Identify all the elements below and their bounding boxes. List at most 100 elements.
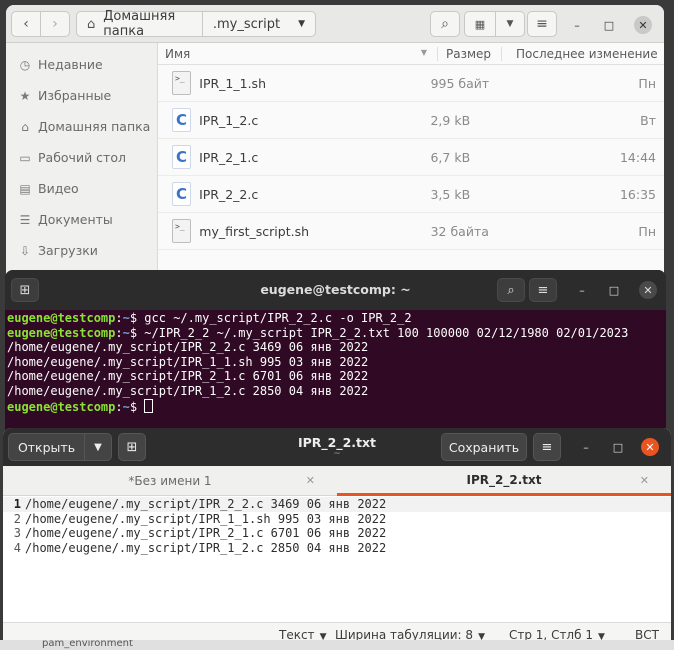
sidebar-item-home[interactable]: ⌂ Домашняя папка bbox=[6, 111, 157, 142]
terminal-line: /home/eugene/.my_script/IPR_2_1.c 6701 0… bbox=[7, 369, 369, 384]
view-mode-button[interactable]: ▦ bbox=[464, 11, 496, 37]
file-size: 32 байта bbox=[430, 223, 489, 239]
close-icon: ✕ bbox=[643, 283, 653, 297]
editor-text-area[interactable]: 1/home/eugene/.my_script/IPR_2_2.c 3469 … bbox=[3, 497, 671, 555]
minimize-button[interactable]: – bbox=[577, 438, 595, 456]
maximize-icon: □ bbox=[608, 283, 620, 297]
prompt-user: eugene@testcomp bbox=[7, 399, 116, 414]
minimize-button[interactable]: – bbox=[573, 281, 591, 299]
line-number: 1 bbox=[13, 497, 21, 511]
file-row[interactable]: C IPR_1_2.c 2,9 kB Вт bbox=[158, 102, 664, 139]
sidebar-item-starred[interactable]: ★ Избранные bbox=[6, 80, 157, 111]
path-bar: ⌂ Домашняя папка .my_script ▼ bbox=[76, 9, 316, 39]
sidebar-item-desktop[interactable]: ▭ Рабочий стол bbox=[6, 142, 157, 173]
sidebar-item-label: Видео bbox=[38, 181, 79, 196]
save-button[interactable]: Сохранить bbox=[441, 433, 527, 461]
chevron-down-icon: ▼ bbox=[506, 19, 514, 29]
path-segment-label: Домашняя папка bbox=[103, 9, 176, 39]
column-header-modified[interactable]: Последнее изменение bbox=[502, 47, 662, 61]
hamburger-icon: ≡ bbox=[536, 16, 548, 32]
sidebar-item-videos[interactable]: ▤ Видео bbox=[6, 173, 157, 204]
c-source-file-icon: C bbox=[172, 145, 192, 169]
download-icon: ⇩ bbox=[19, 243, 31, 258]
minimize-icon: – bbox=[574, 18, 580, 32]
search-button[interactable]: ⌕ bbox=[430, 11, 460, 37]
file-size: 995 байт bbox=[430, 75, 490, 91]
clock-icon: ◷ bbox=[19, 57, 31, 72]
sidebar-item-label: Избранные bbox=[38, 88, 112, 103]
script-file-icon: >_ bbox=[172, 219, 192, 243]
column-header-size[interactable]: Размер bbox=[438, 46, 502, 61]
desktop-icon: ▭ bbox=[19, 150, 31, 165]
search-icon: ⌕ bbox=[507, 282, 515, 298]
prompt-user: eugene@testcomp bbox=[7, 325, 116, 340]
close-icon: ✕ bbox=[645, 440, 655, 454]
c-source-file-icon: C bbox=[172, 182, 192, 206]
file-name: IPR_2_2.c bbox=[199, 186, 259, 202]
terminal-line: /home/eugene/.my_script/IPR_1_1.sh 995 0… bbox=[7, 354, 369, 369]
forward-button[interactable]: › bbox=[40, 11, 70, 37]
file-row[interactable]: >_ my_first_script.sh 32 байта Пн bbox=[158, 213, 664, 250]
view-options-button[interactable]: ▼ bbox=[495, 11, 525, 37]
close-button[interactable]: ✕ bbox=[639, 281, 657, 299]
prompt-path: ~ bbox=[122, 325, 130, 340]
background-window-peek: pam_environment bbox=[0, 640, 674, 650]
file-modified: 14:44 bbox=[619, 149, 657, 165]
text-editor-window: Открыть ▼ ⊞ IPR_2_2.txt ~ Сохранить ≡ – … bbox=[3, 428, 671, 648]
line-text: /home/eugene/.my_script/IPR_2_2.c 3469 0… bbox=[25, 497, 387, 511]
menu-button[interactable]: ≡ bbox=[533, 433, 561, 461]
home-icon: ⌂ bbox=[21, 119, 29, 134]
file-row[interactable]: >_ IPR_1_1.sh 995 байт Пн bbox=[158, 65, 664, 102]
column-header-name[interactable]: Имя ▼ bbox=[158, 46, 438, 61]
terminal-cursor bbox=[144, 398, 154, 413]
sidebar-item-label: Недавние bbox=[38, 57, 103, 72]
tab-ipr-2-2-txt[interactable]: IPR_2_2.txt ✕ bbox=[337, 466, 671, 496]
close-button[interactable]: ✕ bbox=[634, 16, 652, 34]
maximize-icon: □ bbox=[612, 440, 624, 454]
search-icon: ⌕ bbox=[441, 16, 449, 32]
tab-untitled[interactable]: *Без имени 1 ✕ bbox=[3, 466, 337, 496]
menu-button[interactable]: ≡ bbox=[529, 278, 557, 302]
sidebar-item-recent[interactable]: ◷ Недавние bbox=[6, 49, 157, 80]
search-button[interactable]: ⌕ bbox=[497, 278, 525, 302]
prompt-path: ~ bbox=[122, 311, 130, 325]
prompt-user: eugene@testcomp bbox=[7, 311, 116, 325]
file-name: IPR_1_2.c bbox=[199, 112, 259, 128]
line-number: 3 bbox=[13, 526, 21, 540]
home-icon: ⌂ bbox=[87, 16, 96, 32]
file-row[interactable]: C IPR_2_1.c 6,7 kB 14:44 bbox=[158, 139, 664, 176]
sidebar: ◷ Недавние ★ Избранные ⌂ Домашняя папка ▭ Ра… bbox=[6, 43, 158, 280]
editor-headerbar: Открыть ▼ ⊞ IPR_2_2.txt ~ Сохранить ≡ – … bbox=[3, 428, 671, 466]
sidebar-item-documents[interactable]: ☰ Документы bbox=[6, 204, 157, 235]
path-segment-home[interactable]: ⌂ Домашняя папка bbox=[77, 9, 203, 39]
back-button[interactable]: ‹ bbox=[11, 11, 41, 37]
menu-button[interactable]: ≡ bbox=[527, 11, 557, 37]
tab-label: IPR_2_2.txt bbox=[466, 472, 542, 487]
file-manager-window: ‹ › ⌂ Домашняя папка .my_script ▼ ⌕ ▦ ▼ … bbox=[6, 5, 664, 280]
file-modified: Пн bbox=[638, 223, 656, 239]
file-modified: Вт bbox=[640, 112, 657, 128]
editor-line: 1/home/eugene/.my_script/IPR_2_2.c 3469 … bbox=[3, 497, 671, 512]
close-icon[interactable]: ✕ bbox=[306, 474, 315, 487]
script-file-icon: >_ bbox=[172, 71, 192, 95]
maximize-button[interactable]: □ bbox=[609, 438, 627, 456]
path-segment-current[interactable]: .my_script ▼ bbox=[203, 12, 315, 36]
maximize-button[interactable]: □ bbox=[605, 281, 623, 299]
terminal-headerbar: ⊞ eugene@testcomp: ~ ⌕ ≡ – □ ✕ bbox=[5, 270, 666, 310]
document-icon: ☰ bbox=[19, 212, 31, 227]
hamburger-icon: ≡ bbox=[541, 439, 553, 455]
sidebar-item-downloads[interactable]: ⇩ Загрузки bbox=[6, 235, 157, 266]
close-button[interactable]: ✕ bbox=[641, 438, 659, 456]
minimize-button[interactable]: – bbox=[568, 16, 586, 34]
close-icon[interactable]: ✕ bbox=[640, 474, 649, 487]
file-list: Имя ▼ Размер Последнее изменение >_ IPR_… bbox=[158, 43, 664, 280]
file-name: IPR_1_1.sh bbox=[199, 75, 266, 91]
terminal-line: eugene@testcomp:~$ bbox=[7, 398, 664, 415]
minimize-icon: – bbox=[583, 440, 589, 454]
file-row[interactable]: C IPR_2_2.c 3,5 kB 16:35 bbox=[158, 176, 664, 213]
file-modified: Пн bbox=[638, 75, 656, 91]
command-text: $ ~/IPR_2_2 ~/.my_script IPR_2_2.txt 100… bbox=[129, 325, 629, 340]
maximize-button[interactable]: □ bbox=[600, 16, 618, 34]
sidebar-item-label: Рабочий стол bbox=[38, 150, 126, 165]
terminal-output[interactable]: eugene@testcomp:~$ gcc ~/.my_script/IPR_… bbox=[7, 311, 664, 414]
